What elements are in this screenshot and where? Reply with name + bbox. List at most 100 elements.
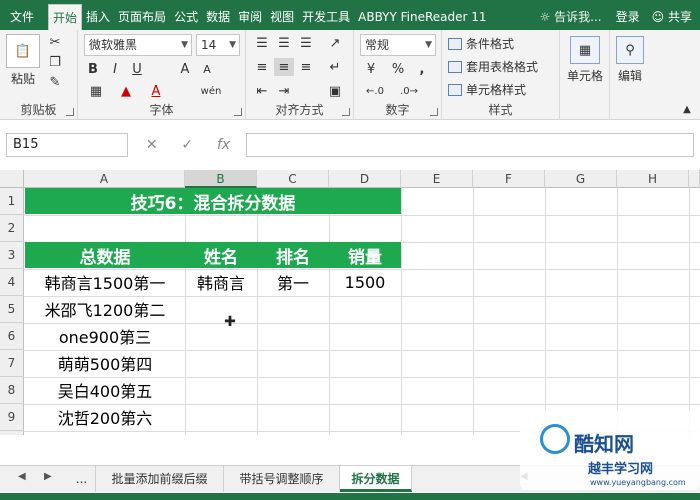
number-format-select[interactable]: 常规 ▼	[360, 34, 436, 56]
shrink-font-button[interactable]: A	[198, 60, 216, 78]
bold-button[interactable]: B	[84, 60, 102, 78]
fill-color-icon[interactable]: ▲	[114, 82, 138, 100]
row-header-5[interactable]: 5	[0, 296, 24, 323]
column-header-c[interactable]: C	[257, 170, 329, 188]
font-name-select[interactable]: 微软雅黑 ▼	[84, 34, 192, 56]
tab-page-layout[interactable]: 页面布局	[114, 4, 170, 30]
orientation-icon[interactable]: ↗	[324, 34, 346, 52]
row-header-3[interactable]: 3	[0, 242, 24, 269]
cells-icon[interactable]: ▦	[570, 36, 600, 64]
tab-abbyy[interactable]: ABBYY FineReader 11	[354, 4, 490, 30]
tab-review[interactable]: 审阅	[234, 4, 266, 30]
font-launcher-icon[interactable]	[234, 108, 242, 116]
align-right-icon[interactable]: ≡	[296, 58, 316, 76]
data-cell[interactable]: 韩商言	[185, 269, 257, 295]
row-header-4[interactable]: 4	[0, 269, 24, 296]
clipboard-launcher-icon[interactable]	[66, 108, 74, 116]
copy-icon[interactable]: ❐	[46, 54, 64, 70]
increase-indent-icon[interactable]: ⇥	[274, 82, 294, 100]
title-cell[interactable]: 技巧6：混合拆分数据	[25, 188, 401, 214]
row-header-9[interactable]: 9	[0, 404, 24, 431]
conditional-formatting-button[interactable]: 条件格式	[448, 35, 514, 52]
header-cell-sales[interactable]: 销量	[329, 242, 401, 268]
formula-input[interactable]	[246, 133, 694, 157]
row-header-6[interactable]: 6	[0, 323, 24, 350]
column-header-f[interactable]: F	[473, 170, 545, 188]
login-button[interactable]: 登录	[608, 4, 648, 30]
paste-button[interactable]: 粘贴	[4, 70, 42, 86]
cancel-icon[interactable]: ✕	[146, 137, 158, 153]
currency-icon[interactable]: ¥	[360, 60, 382, 78]
tab-view[interactable]: 视图	[266, 4, 298, 30]
column-header-b[interactable]: B	[185, 170, 257, 188]
data-cell[interactable]: 第一	[257, 269, 329, 295]
editing-button[interactable]: 编辑	[610, 66, 650, 84]
grow-font-button[interactable]: A	[176, 60, 194, 78]
paste-icon[interactable]: 📋	[6, 34, 40, 68]
font-size-select[interactable]: 14 ▼	[196, 34, 240, 56]
decrease-decimal-icon[interactable]: .0→	[394, 82, 424, 100]
align-center-icon[interactable]: ≡	[274, 58, 294, 76]
data-cell[interactable]: 米邵飞1200第二	[25, 296, 185, 322]
data-cell[interactable]: 萌萌500第四	[25, 350, 185, 376]
decrease-indent-icon[interactable]: ⇤	[252, 82, 272, 100]
cells-button[interactable]: 单元格	[562, 66, 608, 84]
header-cell-name[interactable]: 姓名	[185, 242, 257, 268]
format-painter-icon[interactable]: ✎	[46, 74, 64, 90]
tell-me-box[interactable]: ☼ 告诉我...	[534, 4, 608, 30]
tab-insert[interactable]: 插入	[82, 4, 114, 30]
row-header-8[interactable]: 8	[0, 377, 24, 404]
data-cell[interactable]: 韩商言1500第一	[25, 269, 185, 295]
header-cell-rank[interactable]: 排名	[257, 242, 329, 268]
row-header-7[interactable]: 7	[0, 350, 24, 377]
header-cell-total[interactable]: 总数据	[25, 242, 185, 268]
collapse-ribbon-icon[interactable]: ▲	[680, 102, 694, 116]
comma-button[interactable]: ,	[412, 60, 432, 78]
data-cell[interactable]: 1500	[329, 269, 401, 295]
column-header-g[interactable]: G	[545, 170, 617, 188]
search-icon[interactable]: ⚲	[616, 36, 644, 64]
column-header-a[interactable]: A	[24, 170, 185, 188]
align-bottom-icon[interactable]: ☰	[296, 34, 316, 52]
cell-styles-button[interactable]: 单元格样式	[448, 81, 526, 98]
column-header-h[interactable]: H	[617, 170, 689, 188]
data-cell[interactable]: one900第三	[25, 323, 185, 349]
data-cell[interactable]: 吴白400第五	[25, 377, 185, 403]
insert-function-button[interactable]: fx	[217, 137, 230, 153]
column-header-e[interactable]: E	[401, 170, 473, 188]
merge-center-icon[interactable]: ▣	[324, 82, 346, 100]
cut-icon[interactable]: ✂	[46, 34, 64, 50]
increase-decimal-icon[interactable]: ←.0	[360, 82, 390, 100]
format-as-table-button[interactable]: 套用表格格式	[448, 58, 538, 75]
border-icon[interactable]: ▦	[84, 82, 108, 100]
alignment-launcher-icon[interactable]	[342, 108, 350, 116]
tab-formulas[interactable]: 公式	[170, 4, 202, 30]
tab-data[interactable]: 数据	[202, 4, 234, 30]
underline-button[interactable]: U	[128, 60, 146, 78]
share-button[interactable]: ☺ 共享	[648, 4, 700, 30]
sheet-tab-bracket-order[interactable]: 带括号调整顺序	[224, 466, 340, 492]
wrap-text-icon[interactable]: ↵	[324, 58, 346, 76]
align-top-icon[interactable]: ☰	[252, 34, 272, 52]
italic-button[interactable]: I	[106, 60, 124, 78]
tab-home[interactable]: 开始	[48, 4, 83, 30]
select-all-corner[interactable]	[0, 170, 24, 188]
font-color-button[interactable]: A	[144, 82, 168, 100]
row-header-10[interactable]: 10	[0, 431, 24, 435]
data-cell[interactable]: 沈哲200第六	[25, 404, 185, 430]
sheet-tab-prefix-suffix[interactable]: 批量添加前缀后缀	[96, 466, 224, 492]
percent-button[interactable]: %	[388, 60, 408, 78]
confirm-icon[interactable]: ✓	[181, 137, 193, 153]
sheet-tab-split-data[interactable]: 拆分数据	[340, 466, 412, 492]
more-sheets-button[interactable]: ...	[68, 466, 96, 492]
name-box[interactable]: B15	[6, 133, 128, 157]
scroll-left-icon[interactable]: ◀	[18, 471, 26, 482]
row-header-2[interactable]: 2	[0, 215, 24, 242]
number-launcher-icon[interactable]	[430, 108, 438, 116]
row-header-1[interactable]: 1	[0, 188, 24, 215]
phonetic-button[interactable]: wén	[196, 82, 226, 100]
scroll-right-icon[interactable]: ▶	[44, 471, 52, 482]
align-middle-icon[interactable]: ☰	[274, 34, 294, 52]
tab-developer[interactable]: 开发工具	[298, 4, 354, 30]
column-header-d[interactable]: D	[329, 170, 401, 188]
